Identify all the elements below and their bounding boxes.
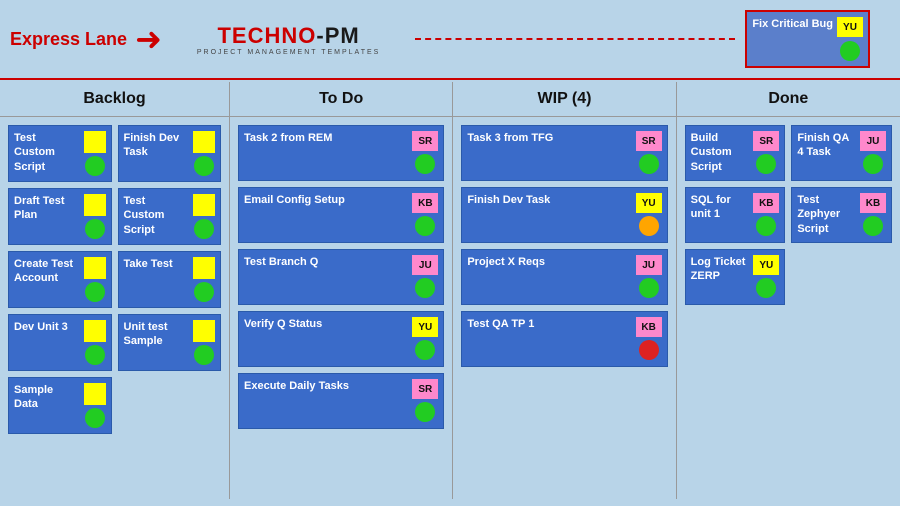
col-header-backlog: Backlog	[0, 82, 230, 116]
circle-green	[415, 402, 435, 422]
circle-green	[639, 154, 659, 174]
card-take-test[interactable]: Take Test	[118, 251, 222, 308]
express-card-text: Fix Critical Bug	[752, 17, 833, 31]
express-card-circle	[840, 41, 860, 61]
express-card-fix-critical-bug[interactable]: Fix Critical Bug YU	[745, 10, 870, 68]
card-build-custom-script[interactable]: Build Custom Script SR	[685, 125, 786, 181]
circle-green	[194, 345, 214, 365]
sq-yellow-icon	[193, 194, 215, 216]
card-project-x-reqs[interactable]: Project X Reqs JU	[461, 249, 667, 305]
sq-yellow-icon	[84, 131, 106, 153]
circle-green	[194, 219, 214, 239]
card-finish-dev-task-wip[interactable]: Finish Dev Task YU	[461, 187, 667, 243]
express-lane-label: Express Lane	[10, 29, 127, 50]
badge-sr: SR	[412, 379, 438, 399]
badge-kb: KB	[753, 193, 779, 213]
card-email-config-setup[interactable]: Email Config Setup KB	[238, 187, 444, 243]
card-draft-test-plan[interactable]: Draft Test Plan	[8, 188, 112, 245]
col-header-wip: WIP (4)	[453, 82, 676, 116]
circle-green	[863, 216, 883, 236]
col-todo: Task 2 from REM SR Email Config Setup KB…	[230, 117, 453, 499]
sq-yellow-icon	[84, 194, 106, 216]
express-dashed-line	[415, 38, 735, 40]
logo-text: TECHNO-PM	[217, 23, 359, 49]
card-task2-from-rem[interactable]: Task 2 from REM SR	[238, 125, 444, 181]
badge-ju: JU	[412, 255, 438, 275]
card-execute-daily-tasks[interactable]: Execute Daily Tasks SR	[238, 373, 444, 429]
backlog-col-1: Test Custom Script Draft Test Plan	[8, 125, 112, 434]
badge-sr: SR	[753, 131, 779, 151]
badge-ju: JU	[636, 255, 662, 275]
card-create-test-account[interactable]: Create Test Account	[8, 251, 112, 308]
circle-green	[85, 219, 105, 239]
circle-green	[415, 340, 435, 360]
badge-sr: SR	[412, 131, 438, 151]
sq-yellow-icon	[193, 131, 215, 153]
card-dev-unit-3[interactable]: Dev Unit 3	[8, 314, 112, 371]
column-headers: Backlog To Do WIP (4) Done	[0, 82, 900, 117]
card-test-qa-tp1[interactable]: Test QA TP 1 KB	[461, 311, 667, 367]
sq-yellow-icon	[84, 257, 106, 279]
circle-green	[639, 278, 659, 298]
sq-yellow-icon	[84, 320, 106, 342]
circle-green	[85, 408, 105, 428]
badge-yu: YU	[412, 317, 438, 337]
card-sql-for-unit1[interactable]: SQL for unit 1 KB	[685, 187, 786, 243]
col-wip: Task 3 from TFG SR Finish Dev Task YU Pr…	[453, 117, 676, 499]
circle-green	[415, 278, 435, 298]
badge-kb: KB	[412, 193, 438, 213]
card-test-branch-q[interactable]: Test Branch Q JU	[238, 249, 444, 305]
col-done: Build Custom Script SR Finish QA 4 Task …	[677, 117, 900, 499]
circle-green	[756, 216, 776, 236]
circle-red	[639, 340, 659, 360]
col-header-todo: To Do	[230, 82, 453, 116]
card-verify-q-status[interactable]: Verify Q Status YU	[238, 311, 444, 367]
circle-green	[85, 282, 105, 302]
circle-green	[863, 154, 883, 174]
card-finish-qa4-task[interactable]: Finish QA 4 Task JU	[791, 125, 892, 181]
circle-green	[415, 216, 435, 236]
express-lane-arrow-icon: ➜	[135, 20, 162, 58]
column-bodies: Test Custom Script Draft Test Plan	[0, 117, 900, 499]
col-header-done: Done	[677, 82, 900, 116]
badge-ju: JU	[860, 131, 886, 151]
sq-yellow-icon	[84, 383, 106, 405]
kanban-board: Backlog To Do WIP (4) Done Test Custom S…	[0, 82, 900, 506]
sq-yellow-icon	[193, 320, 215, 342]
express-card-badge: YU	[837, 17, 863, 37]
badge-kb: KB	[636, 317, 662, 337]
logo: TECHNO-PM PROJECT MANAGEMENT TEMPLATES	[182, 18, 395, 61]
badge-sr: SR	[636, 131, 662, 151]
sq-yellow-icon	[193, 257, 215, 279]
express-lane: Express Lane ➜ TECHNO-PM PROJECT MANAGEM…	[0, 0, 900, 80]
circle-green	[85, 156, 105, 176]
card-finish-dev-task[interactable]: Finish Dev Task	[118, 125, 222, 182]
circle-green	[415, 154, 435, 174]
card-test-zephyer-script[interactable]: Test Zephyer Script KB	[791, 187, 892, 243]
circle-green	[85, 345, 105, 365]
card-log-ticket-zerp[interactable]: Log Ticket ZERP YU	[685, 249, 786, 305]
circle-orange	[639, 216, 659, 236]
card-task3-from-tfg[interactable]: Task 3 from TFG SR	[461, 125, 667, 181]
card-sample-data[interactable]: Sample Data	[8, 377, 112, 434]
backlog-inner: Test Custom Script Draft Test Plan	[8, 125, 221, 434]
express-card-right: YU	[837, 17, 863, 61]
card-test-custom-script-1[interactable]: Test Custom Script	[8, 125, 112, 182]
backlog-col-2: Finish Dev Task Test Custom Script	[118, 125, 222, 434]
badge-yu: YU	[753, 255, 779, 275]
badge-kb: KB	[860, 193, 886, 213]
card-unit-test-sample[interactable]: Unit test Sample	[118, 314, 222, 371]
circle-green	[756, 154, 776, 174]
circle-green	[194, 156, 214, 176]
badge-yu: YU	[636, 193, 662, 213]
circle-green	[756, 278, 776, 298]
card-test-custom-script-2[interactable]: Test Custom Script	[118, 188, 222, 245]
circle-green	[194, 282, 214, 302]
col-backlog: Test Custom Script Draft Test Plan	[0, 117, 230, 499]
logo-sub: PROJECT MANAGEMENT TEMPLATES	[197, 49, 380, 56]
